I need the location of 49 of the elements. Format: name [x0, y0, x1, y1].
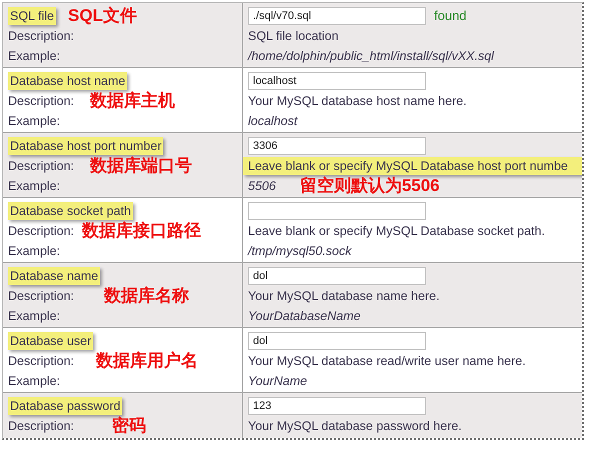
text-input[interactable]: 123: [248, 397, 426, 415]
description-text: Your MySQL database name here.: [248, 288, 440, 305]
description-label: Description:: [8, 28, 74, 45]
annotation: 数据库接口路径: [82, 221, 201, 241]
status-text: found: [434, 7, 467, 26]
text-input[interactable]: 3306: [248, 137, 426, 155]
example-label: Example:: [8, 48, 60, 65]
description-text: SQL file location: [248, 28, 339, 45]
description-text: Your MySQL database host name here.: [248, 92, 467, 110]
field-label: Database password: [8, 396, 122, 416]
example-label: Example:: [8, 112, 60, 130]
example-label: Example:: [8, 178, 60, 195]
description-label: Description:: [8, 418, 74, 435]
description-label: Description:: [8, 222, 74, 240]
annotation: 数据库名称: [104, 286, 189, 306]
annotation: 数据库用户名: [96, 351, 198, 371]
example-text: /home/dolphin/public_html/install/sql/vXX.sql: [248, 48, 494, 65]
text-input[interactable]: localhost: [248, 72, 426, 90]
example-text: YourName: [248, 372, 308, 390]
description-text: Your MySQL database password here.: [248, 418, 462, 435]
annotation: SQL文件: [68, 6, 137, 26]
description-text: Leave blank or specify MySQL Database host port numbe: [243, 156, 582, 176]
annotation: 数据库端口号: [90, 156, 192, 176]
example-text: YourDatabaseName: [248, 308, 361, 325]
text-input[interactable]: ./sql/v70.sql: [248, 7, 426, 25]
description-label: Description:: [8, 158, 74, 175]
example-label: Example:: [8, 308, 60, 325]
field-label: Database user: [8, 332, 94, 350]
text-input[interactable]: dol: [248, 267, 426, 285]
annotation: 数据库主机: [90, 91, 175, 111]
annotation: 留空则默认为5506: [300, 176, 440, 196]
text-input[interactable]: [248, 202, 426, 220]
field-label: Database host name: [8, 72, 128, 90]
example-text: /tmp/mysql50.sock: [248, 242, 352, 260]
description-label: Description:: [8, 288, 74, 305]
annotation: 密码: [112, 416, 146, 436]
field-label: Database name: [8, 266, 100, 286]
description-text: Leave blank or specify MySQL Database socket path.: [248, 222, 545, 240]
field-label: SQL file: [8, 6, 56, 26]
field-label: Database socket path: [8, 202, 133, 220]
description-text: Your MySQL database read/write user name here.: [248, 352, 526, 370]
example-label: Example:: [8, 242, 60, 260]
example-label: Example:: [8, 372, 60, 390]
description-label: Description:: [8, 352, 74, 370]
example-text: localhost: [248, 112, 298, 130]
text-input[interactable]: dol: [248, 332, 426, 350]
example-text: 5506: [248, 178, 276, 195]
description-label: Description:: [8, 92, 74, 110]
field-label: Database host port number: [8, 136, 164, 156]
